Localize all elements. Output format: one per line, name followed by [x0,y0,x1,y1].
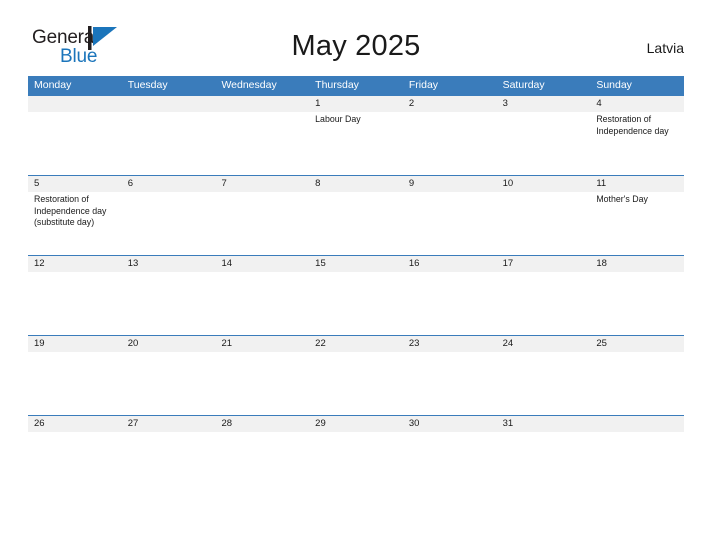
day-events[interactable] [122,192,216,255]
day-number[interactable]: 20 [122,336,216,352]
day-events[interactable] [403,192,497,255]
day-number[interactable] [122,96,216,112]
day-events[interactable] [497,112,591,175]
day-number[interactable]: 14 [215,256,309,272]
week-events-band: Restoration of Independence day (substit… [28,192,684,255]
day-events[interactable] [215,112,309,175]
week-daynumber-band: 1 2 3 4 [28,96,684,112]
country-label: Latvia [646,40,684,56]
day-number[interactable]: 9 [403,176,497,192]
week-events-band: Labour Day Restoration of Independence d… [28,112,684,175]
day-events[interactable] [497,272,591,335]
day-events[interactable] [28,432,122,434]
day-number[interactable]: 21 [215,336,309,352]
day-events[interactable] [309,352,403,415]
day-number[interactable]: 30 [403,416,497,432]
day-events[interactable] [590,432,684,434]
weekday-header-tuesday: Tuesday [127,79,168,91]
day-number[interactable]: 6 [122,176,216,192]
week-events-band [28,272,684,335]
day-events[interactable] [28,352,122,415]
day-events[interactable] [28,272,122,335]
day-number[interactable]: 5 [28,176,122,192]
weekday-header-wednesday: Wednesday [221,79,277,91]
day-events[interactable]: Restoration of Independence day [590,112,684,175]
day-events[interactable] [309,432,403,434]
day-events[interactable] [122,272,216,335]
day-number[interactable]: 27 [122,416,216,432]
day-number[interactable] [590,416,684,432]
day-number[interactable]: 2 [403,96,497,112]
day-events[interactable] [403,112,497,175]
day-number[interactable]: 23 [403,336,497,352]
day-number[interactable]: 12 [28,256,122,272]
day-number[interactable]: 25 [590,336,684,352]
day-events[interactable]: Labour Day [309,112,403,175]
week-daynumber-band: 5 6 7 8 9 10 11 [28,176,684,192]
day-events[interactable]: Restoration of Independence day (substit… [28,192,122,255]
day-number[interactable]: 7 [215,176,309,192]
day-events[interactable] [403,272,497,335]
day-events[interactable] [403,352,497,415]
day-number[interactable]: 8 [309,176,403,192]
day-number[interactable] [215,96,309,112]
day-events[interactable] [215,192,309,255]
day-events[interactable] [28,112,122,175]
week-row: 19 20 21 22 23 24 25 [28,335,684,415]
day-events[interactable] [215,272,309,335]
day-events[interactable] [215,352,309,415]
day-events[interactable] [122,112,216,175]
week-row: 1 2 3 4 Labour Day Restoration of Indepe… [28,95,684,175]
day-number[interactable] [28,96,122,112]
week-daynumber-band: 26 27 28 29 30 31 [28,416,684,432]
page-header: General Blue May 2025 Latvia [0,0,712,76]
day-number[interactable]: 13 [122,256,216,272]
week-daynumber-band: 19 20 21 22 23 24 25 [28,336,684,352]
week-events-band [28,352,684,415]
day-number[interactable]: 3 [497,96,591,112]
week-daynumber-band: 12 13 14 15 16 17 18 [28,256,684,272]
day-number[interactable]: 16 [403,256,497,272]
day-number[interactable]: 18 [590,256,684,272]
day-events[interactable] [590,352,684,415]
day-events[interactable] [309,272,403,335]
day-number[interactable]: 4 [590,96,684,112]
day-number[interactable]: 26 [28,416,122,432]
weekday-header-thursday: Thursday [315,79,359,91]
week-row: 26 27 28 29 30 31 [28,415,684,433]
day-number[interactable]: 22 [309,336,403,352]
day-number[interactable]: 15 [309,256,403,272]
weekday-header-friday: Friday [408,79,439,91]
weekday-header-monday: Monday [34,79,72,91]
day-events[interactable] [403,432,497,434]
day-number[interactable]: 29 [309,416,403,432]
calendar-grid: Monday Tuesday Wednesday Thursday Friday… [28,76,684,433]
day-events[interactable] [497,432,591,434]
week-row: 12 13 14 15 16 17 18 [28,255,684,335]
weekday-header-row: Monday Tuesday Wednesday Thursday Friday… [28,76,684,95]
day-events[interactable] [309,192,403,255]
page-title: May 2025 [291,30,421,62]
day-number[interactable]: 10 [497,176,591,192]
day-number[interactable]: 1 [309,96,403,112]
weekday-header-sunday: Sunday [596,79,632,91]
day-events[interactable] [122,352,216,415]
day-events[interactable] [497,192,591,255]
day-number[interactable]: 24 [497,336,591,352]
day-number[interactable]: 17 [497,256,591,272]
day-events[interactable] [122,432,216,434]
day-number[interactable]: 31 [497,416,591,432]
day-number[interactable]: 11 [590,176,684,192]
day-events[interactable]: Mother's Day [590,192,684,255]
day-number[interactable]: 19 [28,336,122,352]
day-number[interactable]: 28 [215,416,309,432]
weekday-header-saturday: Saturday [502,79,545,91]
day-events[interactable] [590,272,684,335]
day-events[interactable] [497,352,591,415]
week-row: 5 6 7 8 9 10 11 Restoration of Independe… [28,175,684,255]
day-events[interactable] [215,432,309,434]
